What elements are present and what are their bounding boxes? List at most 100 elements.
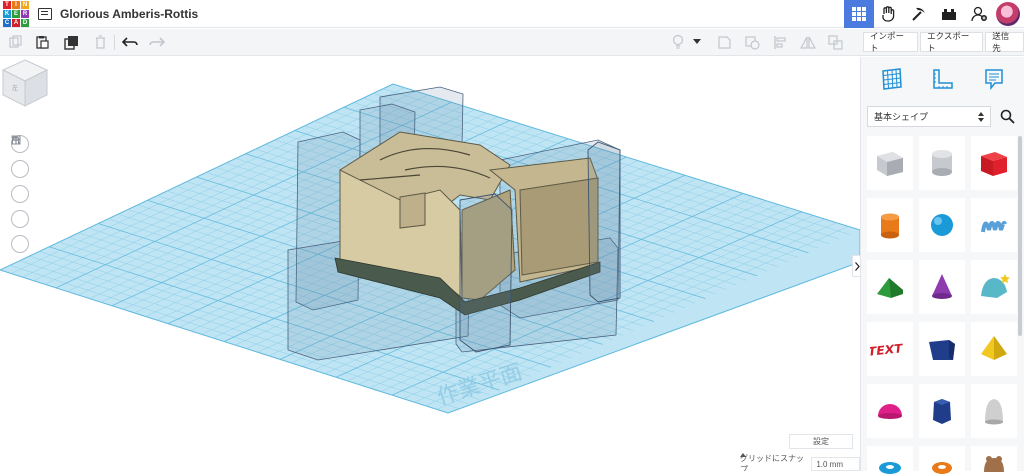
shape-text[interactable]: TEXT <box>867 322 913 376</box>
shape-sphere[interactable] <box>919 198 965 252</box>
cone-icon <box>932 274 952 299</box>
workplane-scene[interactable]: 作業平面 <box>0 57 860 471</box>
light-bulb-icon <box>672 34 684 49</box>
duplicate-icon <box>63 35 78 50</box>
blocks-mode-button[interactable] <box>874 0 904 28</box>
shape-search-button[interactable] <box>995 106 1020 127</box>
text-shape-icon: TEXT <box>870 341 904 358</box>
delete-icon <box>95 35 105 49</box>
grid-view-button[interactable] <box>844 0 874 28</box>
shape-wedge[interactable] <box>919 322 965 376</box>
scribble-icon <box>981 220 1007 233</box>
shape-pyramid[interactable] <box>971 322 1017 376</box>
lego-mode-button[interactable] <box>934 0 964 28</box>
paste-icon <box>36 36 49 49</box>
shape-round-roof[interactable] <box>971 260 1017 314</box>
delete-button[interactable] <box>90 33 110 51</box>
torus-icon <box>879 462 901 474</box>
group-icon <box>828 34 843 50</box>
add-user-icon <box>971 6 987 22</box>
shape-scribble[interactable] <box>971 198 1017 252</box>
import-button[interactable]: インポート <box>863 31 919 53</box>
design-list-icon[interactable] <box>38 7 52 20</box>
shape-roof[interactable] <box>867 260 913 314</box>
shape-paraboloid[interactable] <box>971 384 1017 438</box>
invite-user-button[interactable] <box>964 0 994 28</box>
fit-view-button[interactable] <box>11 135 29 178</box>
copy-button[interactable] <box>6 33 26 51</box>
shape-outline-icon <box>744 35 760 50</box>
design-title[interactable]: Glorious Amberis-Rottis <box>60 7 198 21</box>
light-dropdown[interactable] <box>690 33 704 51</box>
workplane-button[interactable] <box>879 66 905 92</box>
brick-icon <box>942 9 956 20</box>
hole-button[interactable] <box>742 33 762 51</box>
hand-icon <box>882 6 895 22</box>
zoom-in-button[interactable] <box>11 136 29 203</box>
updown-arrows-icon <box>978 111 984 122</box>
shape-polygon[interactable] <box>919 384 965 438</box>
mirror-icon <box>800 36 816 49</box>
zoom-out-button[interactable] <box>11 139 29 228</box>
workplane-grid-icon <box>882 68 903 90</box>
undo-button[interactable] <box>120 33 140 51</box>
ruler-button[interactable] <box>930 66 956 92</box>
note-icon <box>717 35 731 49</box>
notes-button[interactable] <box>981 66 1007 92</box>
3d-viewport[interactable]: 作業平面 左 設定 グリッドにスナップ 1.0 mm <box>0 57 860 471</box>
svg-text:TEXT: TEXT <box>870 341 904 358</box>
cylinder-icon <box>881 213 899 239</box>
shape-cone[interactable] <box>919 260 965 314</box>
shape-category-select[interactable]: 基本シェイプ <box>867 106 991 127</box>
chevron-right-icon <box>854 261 860 271</box>
shape-box[interactable] <box>971 136 1017 190</box>
paste-button[interactable] <box>32 33 52 51</box>
bricks-mode-button[interactable] <box>904 0 934 28</box>
shape-cylinder[interactable] <box>867 198 913 252</box>
shape-box-striped[interactable] <box>867 136 913 190</box>
shape-tube[interactable] <box>919 446 965 476</box>
box-icon <box>981 152 1007 176</box>
view-cube[interactable]: 左 <box>0 57 50 109</box>
shape-character[interactable] <box>971 446 1017 476</box>
sphere-icon <box>931 214 953 236</box>
perspective-button[interactable] <box>11 135 29 253</box>
shape-cylinder-striped[interactable] <box>919 136 965 190</box>
half-sphere-icon <box>878 404 902 419</box>
search-icon <box>1000 109 1015 124</box>
align-icon <box>774 35 786 49</box>
snap-grid-select[interactable]: 1.0 mm <box>740 453 860 471</box>
note-button[interactable] <box>714 33 734 51</box>
shapes-panel: 基本シェイプ TEXT <box>860 57 1024 476</box>
roof-icon <box>877 278 903 298</box>
settings-button[interactable]: 設定 <box>789 434 853 449</box>
send-to-button[interactable]: 送信先 <box>985 31 1024 53</box>
top-bar: TIN KER CAD Glorious Amberis-Rottis <box>0 0 1024 28</box>
copy-icon <box>9 35 22 48</box>
align-button[interactable] <box>770 33 790 51</box>
tinkercad-logo[interactable]: TIN KER CAD <box>2 0 30 27</box>
perspective-icon <box>12 135 21 145</box>
pickaxe-icon <box>912 7 925 21</box>
redo-button[interactable] <box>147 33 167 51</box>
view-controls <box>11 135 29 260</box>
snap-grid-control: グリッドにスナップ 1.0 mm <box>740 453 860 471</box>
polygon-icon <box>933 399 951 424</box>
duplicate-button[interactable] <box>61 33 81 51</box>
striped-box-icon <box>877 152 903 176</box>
shape-half-sphere[interactable] <box>867 384 913 438</box>
paraboloid-icon <box>985 399 1003 425</box>
chevron-up-icon <box>740 453 746 457</box>
shapes-scrollbar[interactable] <box>1018 136 1022 336</box>
action-buttons: インポート エクスポート 送信先 <box>860 29 1024 56</box>
group-button[interactable] <box>826 33 846 51</box>
export-button[interactable]: エクスポート <box>920 31 984 53</box>
mirror-button[interactable] <box>798 33 818 51</box>
avatar[interactable] <box>996 2 1020 26</box>
striped-cylinder-icon <box>932 150 952 176</box>
redo-icon <box>149 37 165 47</box>
shape-torus[interactable] <box>867 446 913 476</box>
undo-icon <box>122 37 138 47</box>
light-button[interactable] <box>668 33 688 51</box>
ruler-icon <box>933 69 953 89</box>
